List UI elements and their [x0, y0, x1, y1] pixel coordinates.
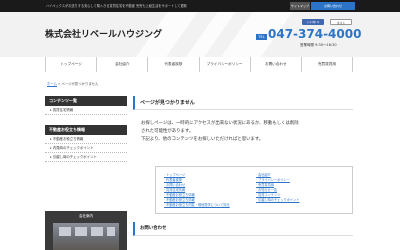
links-right-column: 会社紹介 プライバシーポリシー 売買賃貸用 お知らせ一覧 賃貸コンテンツ 引越し…	[256, 173, 299, 203]
breadcrumb: ホーム » ページが見つかりません	[47, 81, 98, 86]
not-found-message: お探しページは、一時的にアクセスが出来ない状況にあるか、移動もしくは削除 された…	[133, 120, 353, 144]
nav-sales-rental[interactable]: 売買賃貸用	[302, 57, 354, 72]
link-moving[interactable]: 引越し時のチェックポイント	[256, 198, 299, 203]
sidebar-item-viewing-checkpoints[interactable]: 内見時のチェックポイント	[45, 144, 127, 153]
global-nav: トップページ 会社紹介 代表者挨拶 プライバシーポリシー お問い合わせ 売買賃貸…	[45, 57, 354, 72]
sidebar-item-tips[interactable]: 不動産お役立ち情報	[45, 135, 127, 144]
breadcrumb-current: ページが見つかりません	[61, 82, 99, 86]
sidebar: コンテンツ一覧 賃貸住宅情報 不動産お役立ち情報 不動産お役立ち情報 内見時のチ…	[45, 96, 127, 162]
sidebar-item-moving-checkpoints[interactable]: 引越し時のチェックポイント	[45, 153, 127, 162]
links-left-column: トップページ 代表者挨拶 お問い合わせ 賃貸住宅情報 不動産お役立ち情報 不動産…	[164, 173, 230, 208]
nav-top[interactable]: トップページ	[45, 57, 98, 72]
company-info-label: 会社案内	[79, 214, 93, 218]
company-info-banner[interactable]: 会社案内	[45, 211, 127, 250]
nav-company[interactable]: 会社紹介	[97, 57, 149, 72]
facebook-like-button[interactable]: いいね! 0	[302, 19, 324, 25]
x-post-button[interactable]: ポスト	[330, 19, 352, 25]
site-header: 株式会社リベールハウジング いいね! 0 ポスト TEL 047-374-400…	[0, 12, 400, 57]
phone-number[interactable]: 047-374-4000	[268, 27, 361, 41]
nav-privacy[interactable]: プライバシーポリシー	[200, 57, 251, 72]
sitemap-links-box: トップページ 代表者挨拶 お問い合わせ 賃貸住宅情報 不動産お役立ち情報 不動産…	[155, 166, 353, 214]
nav-contact[interactable]: お問い合わせ	[251, 57, 302, 72]
sidebar-heading-tips: 不動産お役立ち情報	[45, 125, 127, 135]
link-viewing[interactable]: 不動産お役立ち内覧・現地見学について知る	[164, 203, 230, 208]
sidebar-item-rental-info[interactable]: 賃貸住宅情報	[45, 106, 127, 115]
contact-heading: お問い合わせ	[133, 222, 353, 236]
business-hours: 営業時間 9:30～18:30	[300, 43, 337, 47]
nav-greeting[interactable]: 代表者挨拶	[148, 57, 200, 72]
top-bar: ハイペックスがお送りする安心して購入きる賃貸住宅を不動産 完売も上級生活をサポー…	[0, 0, 400, 12]
message-line: お探しページは、一時的にアクセスが出来ない状況にあるか、移動もしくは削除	[141, 121, 299, 126]
sidebar-heading-contents: コンテンツ一覧	[45, 96, 127, 106]
breadcrumb-separator: »	[58, 82, 61, 86]
message-line: 下記より、他のコンテンツをお探しいただければと思います。	[141, 137, 264, 142]
main-content: ページが見つかりません お探しページは、一時的にアクセスが出来ない状況にあるか、…	[133, 96, 353, 236]
office-photo	[53, 223, 119, 250]
company-logo[interactable]: 株式会社リベールハウジング	[45, 27, 162, 40]
tel-label: TEL	[256, 34, 267, 40]
tagline: ハイペックスがお送りする安心して購入きる賃貸住宅を不動産 完売も上級生活をサポー…	[46, 3, 187, 8]
message-line: された可能性があります。	[141, 129, 194, 134]
sitemap-button[interactable]: サイトマップ	[290, 2, 310, 10]
page-title: ページが見つかりません	[133, 96, 353, 110]
breadcrumb-home[interactable]: ホーム	[47, 82, 57, 86]
contact-button[interactable]: お問い合わせ	[311, 2, 355, 10]
